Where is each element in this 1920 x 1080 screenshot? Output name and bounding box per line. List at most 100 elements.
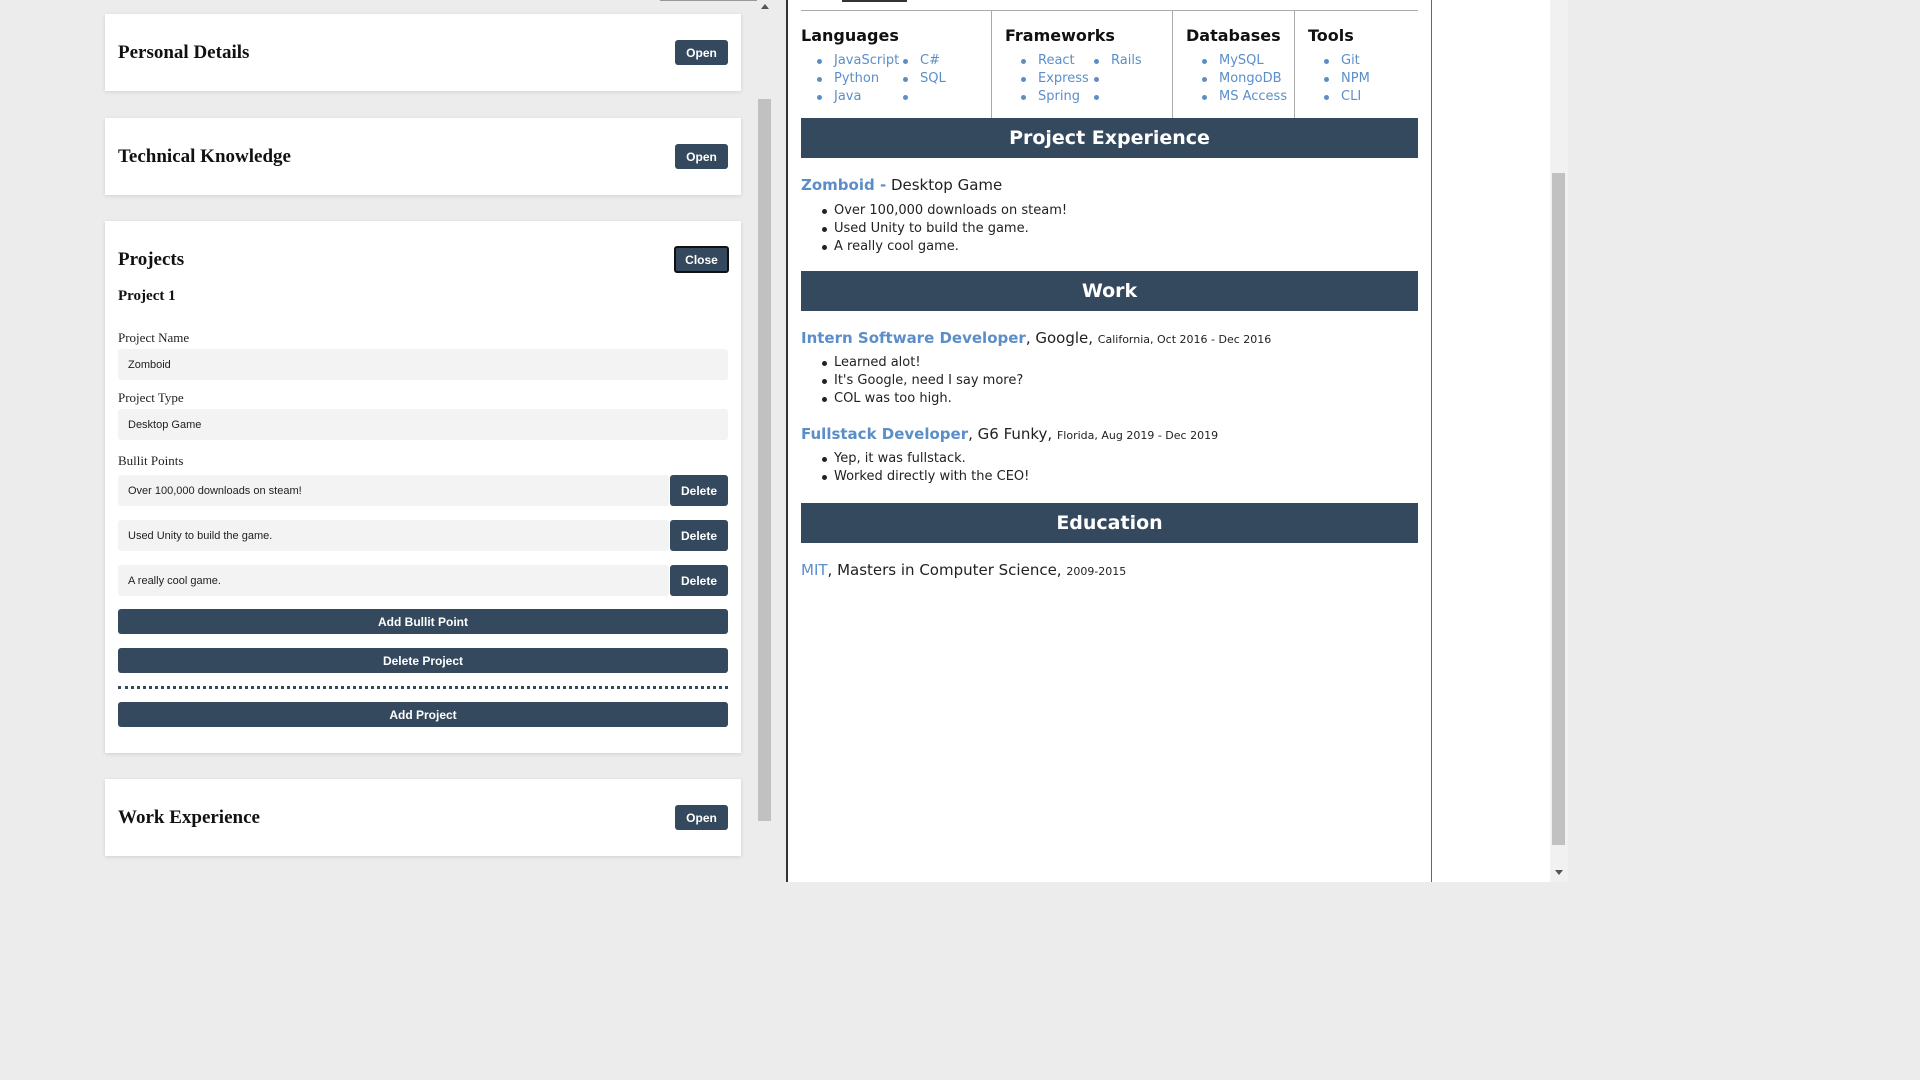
work-experience-open-button[interactable]: Open: [675, 805, 728, 830]
skill-item: Rails: [1094, 52, 1142, 70]
job-title-link[interactable]: Intern Software Developer: [801, 329, 1026, 347]
personal-details-open-button[interactable]: Open: [675, 40, 728, 65]
list-item: Yep, it was fullstack.: [821, 450, 1029, 468]
skills-databases-column: Databases MySQL MongoDB MS Access: [1173, 11, 1295, 119]
editor-pane: Personal Details Open Technical Knowledg…: [0, 0, 775, 882]
job-bullets: Learned alot! It's Google, need I say mo…: [821, 354, 1024, 408]
skill-item: Express: [1021, 70, 1089, 88]
editor-scroll-thumb[interactable]: [758, 99, 771, 821]
job-details: California, Oct 2016 - Dec 2016: [1097, 333, 1272, 346]
list-item: Over 100,000 downloads on steam!: [821, 203, 1068, 218]
project-1-heading: Project 1: [118, 288, 176, 304]
projects-card: Projects Close Project 1 Project Name Zo…: [105, 221, 741, 753]
project-separator: [118, 686, 728, 689]
list-item: A really cool game.: [821, 238, 1067, 256]
list-item: Used Unity to build the game.: [821, 220, 1067, 238]
technical-knowledge-card: Technical Knowledge Open: [105, 118, 741, 195]
skills-list: JavaScript Python Java: [817, 52, 899, 106]
skills-list: MySQL MongoDB MS Access: [1202, 52, 1287, 106]
skill-item: Java: [817, 88, 899, 106]
skill-item: Git: [1324, 52, 1370, 70]
technical-knowledge-title: Technical Knowledge: [118, 146, 291, 167]
technical-knowledge-open-button[interactable]: Open: [675, 144, 728, 169]
projects-close-button[interactable]: Close: [674, 246, 729, 273]
job-company: , G6 Funky,: [968, 425, 1057, 443]
skills-heading: Languages: [801, 26, 899, 45]
list-item: Worked directly with the CEO!: [821, 469, 1030, 484]
skills-list: Git NPM CLI: [1324, 52, 1370, 106]
bullet-points-label: Bullit Points: [118, 453, 184, 468]
add-bullet-point-button[interactable]: Add Bullit Point: [118, 609, 728, 634]
skill-item: Spring: [1021, 88, 1089, 106]
education-banner: Education: [801, 503, 1418, 543]
skill-item: SQL: [903, 70, 946, 88]
add-project-button[interactable]: Add Project: [118, 702, 728, 727]
bullet-point-input[interactable]: A really cool game.: [118, 565, 669, 596]
skills-heading: Frameworks: [1005, 26, 1115, 45]
delete-bullet-button[interactable]: Delete: [670, 565, 728, 596]
project-name-input[interactable]: Zomboid: [118, 349, 728, 380]
page-scrollbar[interactable]: [1550, 0, 1568, 882]
list-item: COL was too high.: [821, 390, 1023, 408]
skill-item: [1094, 88, 1142, 106]
delete-bullet-button[interactable]: Delete: [670, 520, 728, 551]
skills-frameworks-column: Frameworks React Express Spring Rails: [992, 11, 1173, 119]
skill-item: [1094, 70, 1142, 88]
project-type-label: Project Type: [118, 390, 184, 405]
education-years: 2009-2015: [1066, 565, 1127, 578]
job-details: Florida, Aug 2019 - Dec 2019: [1056, 429, 1219, 442]
personal-details-title: Personal Details: [118, 42, 250, 63]
top-tab-line: [842, 0, 907, 2]
skill-item: React: [1021, 52, 1089, 70]
delete-project-button[interactable]: Delete Project: [118, 648, 728, 673]
personal-details-card: Personal Details Open: [105, 14, 741, 91]
list-item: It's Google, need I say more?: [821, 373, 1024, 388]
job-entry-heading: Fullstack Developer, G6 Funky, Florida, …: [801, 425, 1218, 443]
skills-list: C# SQL: [903, 52, 946, 106]
work-banner: Work: [801, 271, 1418, 311]
skill-item: MS Access: [1202, 88, 1287, 106]
scroll-up-arrow-icon[interactable]: [761, 4, 769, 9]
school-link[interactable]: MIT: [801, 561, 828, 579]
skills-tools-column: Tools Git NPM CLI: [1295, 11, 1418, 119]
bullet-point-input[interactable]: Used Unity to build the game.: [118, 520, 669, 551]
project-bullets: Over 100,000 downloads on steam! Used Un…: [821, 202, 1068, 256]
job-bullets: Yep, it was fullstack. Worked directly w…: [821, 450, 1030, 486]
skills-heading: Databases: [1186, 26, 1281, 45]
skill-item: JavaScript: [817, 52, 899, 70]
skills-languages-column: Languages JavaScript Python Java C# SQL: [801, 11, 992, 119]
project-type-input[interactable]: Desktop Game: [118, 409, 728, 440]
skill-item: MySQL: [1202, 52, 1287, 70]
skill-item: MongoDB: [1202, 70, 1287, 88]
skill-item: Python: [817, 70, 899, 88]
skills-list: Rails: [1094, 52, 1142, 106]
project-name-label: Project Name: [118, 330, 190, 345]
education-entry: MIT, Masters in Computer Science, 2009-2…: [801, 561, 1126, 579]
bullet-point-input[interactable]: Over 100,000 downloads on steam!: [118, 475, 669, 506]
scroll-down-arrow-icon[interactable]: [1555, 870, 1563, 875]
project-experience-banner: Project Experience: [801, 118, 1418, 158]
job-company: , Google,: [1025, 329, 1098, 347]
project-name-link[interactable]: Zomboid -: [801, 176, 886, 194]
skill-item: CLI: [1324, 88, 1370, 106]
degree-text: , Masters in Computer Science,: [827, 561, 1067, 579]
skill-item: [903, 88, 946, 106]
skills-heading: Tools: [1308, 26, 1354, 45]
job-entry-heading: Intern Software Developer, Google, Calif…: [801, 329, 1271, 347]
list-item: Learned alot!: [821, 354, 1023, 372]
delete-bullet-button[interactable]: Delete: [670, 475, 728, 506]
skills-list: React Express Spring: [1021, 52, 1089, 106]
skill-item: NPM: [1324, 70, 1370, 88]
resume-preview: Languages JavaScript Python Java C# SQL …: [788, 0, 1432, 882]
work-experience-title: Work Experience: [118, 807, 260, 828]
page-scroll-thumb[interactable]: [1552, 173, 1565, 845]
project-entry-heading: Zomboid - Desktop Game: [801, 176, 1002, 194]
work-experience-card: Work Experience Open: [105, 779, 741, 856]
projects-title: Projects: [118, 249, 185, 270]
preview-gutter: [1432, 0, 1550, 882]
skill-item: C#: [903, 52, 946, 70]
top-border-line: [660, 0, 757, 1]
editor-scrollbar[interactable]: [757, 0, 773, 882]
job-title-link[interactable]: Fullstack Developer: [801, 425, 968, 443]
project-type-text: Desktop Game: [886, 176, 1003, 194]
